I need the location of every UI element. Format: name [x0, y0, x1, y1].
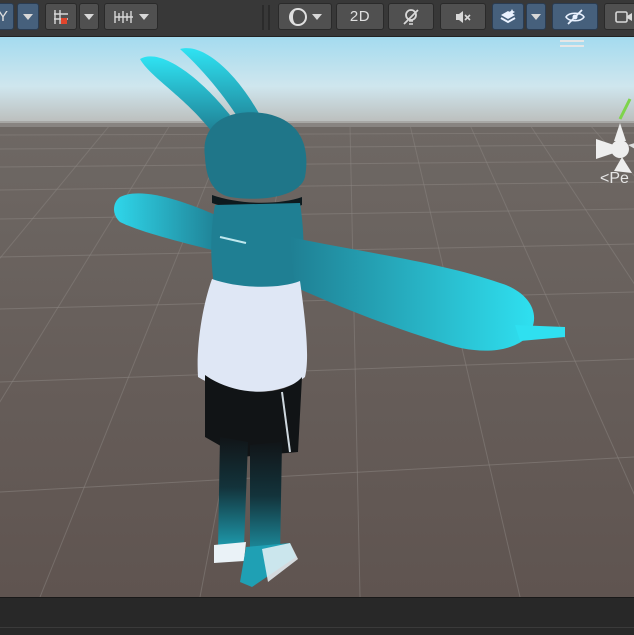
grid-snap-icon [54, 9, 68, 24]
scene-toolbar: Y 2D [0, 0, 634, 37]
audio-mute-icon [456, 10, 471, 23]
divider [0, 627, 634, 628]
chevron-down-icon [23, 13, 33, 20]
effects-layers-icon [500, 8, 516, 23]
lighting-toggle-button[interactable] [388, 3, 434, 30]
camera-settings-button[interactable] [604, 3, 634, 30]
projection-label[interactable]: <Pe [600, 170, 629, 188]
shading-mode-icon [289, 7, 307, 26]
toggle-2d-label: 2D [349, 8, 371, 25]
chevron-down-icon [531, 13, 541, 20]
scene-visibility-button[interactable] [552, 3, 598, 30]
scene-visibility-icon [565, 8, 585, 25]
toolbar-divider [268, 5, 270, 30]
lighting-toggle-icon [403, 8, 419, 25]
scene-render [0, 37, 634, 597]
chevron-down-icon [312, 13, 322, 20]
pivot-label: Y [0, 8, 8, 25]
effects-layers-button[interactable] [492, 3, 524, 30]
toggle-2d-button[interactable]: 2D [336, 3, 384, 30]
increment-snap-icon [114, 10, 133, 23]
increment-snap-button[interactable] [104, 3, 158, 30]
scene-viewport[interactable] [0, 37, 634, 597]
camera-icon [615, 10, 632, 23]
gizmo-menu-icon[interactable] [560, 40, 584, 50]
audio-mute-button[interactable] [440, 3, 486, 30]
pivot-dropdown-caret[interactable] [17, 3, 39, 30]
grid-snap-button[interactable] [45, 3, 77, 30]
chevron-down-icon [84, 13, 94, 20]
toolbar-divider [262, 5, 264, 30]
shading-mode-button[interactable] [278, 3, 332, 30]
grid-snap-dropdown[interactable] [79, 3, 99, 30]
chevron-down-icon [139, 13, 149, 20]
effects-dropdown[interactable] [526, 3, 546, 30]
bottom-panel [0, 597, 634, 635]
pivot-dropdown[interactable]: Y [0, 3, 14, 30]
